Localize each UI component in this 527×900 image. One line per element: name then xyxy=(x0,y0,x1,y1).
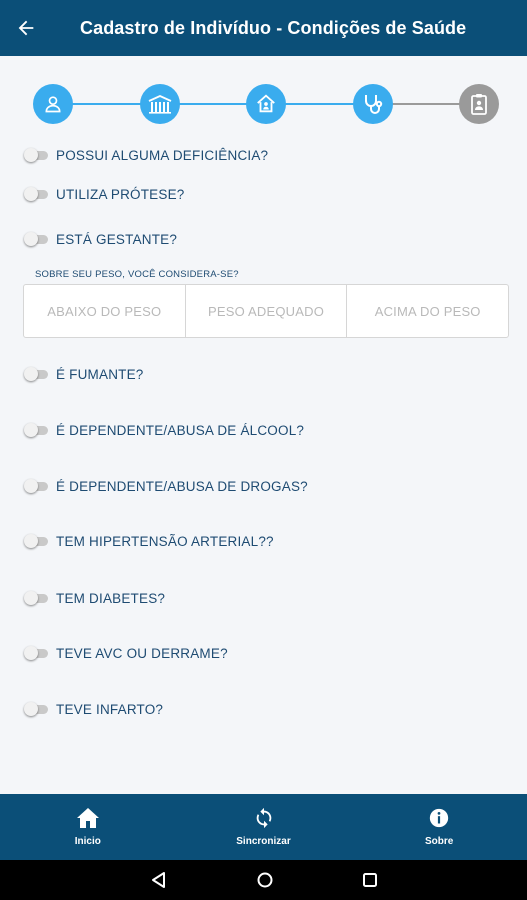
info-icon xyxy=(430,808,449,828)
alcohol-toggle-row[interactable]: É DEPENDENTE/ABUSA DE ÁLCOOL? xyxy=(24,418,304,442)
nav-about-label: Sobre xyxy=(425,836,454,847)
weight-option-below[interactable]: ABAIXO DO PESO xyxy=(24,285,185,337)
person-icon xyxy=(45,96,61,113)
building-icon xyxy=(148,95,172,114)
deficiency-switch[interactable] xyxy=(24,148,48,162)
id-badge-icon xyxy=(471,94,487,115)
smoker-switch[interactable] xyxy=(24,367,48,381)
weight-selector: ABAIXO DO PESO PESO ADEQUADO ACIMA DO PE… xyxy=(23,284,509,338)
hypertension-toggle-row[interactable]: TEM HIPERTENSÃO ARTERIAL?? xyxy=(24,529,274,553)
step-personal[interactable] xyxy=(33,84,73,124)
page-title: Cadastro de Indivíduo - Condições de Saú… xyxy=(80,17,467,38)
step-documents[interactable] xyxy=(459,84,499,124)
pregnant-toggle-row[interactable]: ESTÁ GESTANTE? xyxy=(24,227,177,251)
nav-home[interactable]: Inicio xyxy=(0,794,176,860)
drugs-label: É DEPENDENTE/ABUSA DE DROGAS? xyxy=(56,478,308,494)
stroke-switch[interactable] xyxy=(24,646,48,660)
pregnant-label: ESTÁ GESTANTE? xyxy=(56,231,178,247)
alcohol-switch[interactable] xyxy=(24,423,48,437)
system-navigation-bar xyxy=(0,860,527,900)
infarction-switch[interactable] xyxy=(24,702,48,716)
diabetes-label: TEM DIABETES? xyxy=(56,590,166,606)
smoker-label: É FUMANTE? xyxy=(56,366,144,382)
hypertension-switch[interactable] xyxy=(24,534,48,548)
drugs-switch[interactable] xyxy=(24,479,48,493)
stepper-line-done xyxy=(53,103,373,105)
house-icon xyxy=(257,94,275,113)
alcohol-label: É DEPENDENTE/ABUSA DE ÁLCOOL? xyxy=(56,422,305,438)
app-bar: Cadastro de Indivíduo - Condições de Saú… xyxy=(0,0,527,56)
infarction-label: TEVE INFARTO? xyxy=(56,701,164,717)
bottom-navigation: Inicio Sincronizar Sobre xyxy=(0,794,527,860)
weight-option-adequate[interactable]: PESO ADEQUADO xyxy=(184,285,347,337)
home-circle-icon[interactable] xyxy=(256,871,274,889)
back-button[interactable] xyxy=(0,0,52,56)
drugs-toggle-row[interactable]: É DEPENDENTE/ABUSA DE DROGAS? xyxy=(24,474,308,498)
step-housing[interactable] xyxy=(246,84,286,124)
arrow-left-icon xyxy=(18,20,34,36)
nav-sync[interactable]: Sincronizar xyxy=(176,794,352,860)
stroke-toggle-row[interactable]: TEVE AVC OU DERRAME? xyxy=(24,641,228,665)
step-health[interactable] xyxy=(353,84,393,124)
diabetes-toggle-row[interactable]: TEM DIABETES? xyxy=(24,586,165,610)
diabetes-switch[interactable] xyxy=(24,591,48,605)
prosthesis-label: UTILIZA PRÓTESE? xyxy=(56,186,185,202)
infarction-toggle-row[interactable]: TEVE INFARTO? xyxy=(24,697,163,721)
home-icon xyxy=(76,808,99,828)
step-social[interactable] xyxy=(140,84,180,124)
weight-question-label: SOBRE SEU PESO, VOCÊ CONSIDERA-SE? xyxy=(35,269,239,280)
stroke-label: TEVE AVC OU DERRAME? xyxy=(56,645,228,661)
nav-sync-label: Sincronizar xyxy=(236,836,291,847)
hypertension-label: TEM HIPERTENSÃO ARTERIAL?? xyxy=(56,533,274,549)
stethoscope-icon xyxy=(365,95,383,114)
sync-icon xyxy=(256,807,271,829)
smoker-toggle-row[interactable]: É FUMANTE? xyxy=(24,362,144,386)
recents-square-icon[interactable] xyxy=(362,872,378,888)
prosthesis-toggle-row[interactable]: UTILIZA PRÓTESE? xyxy=(24,182,184,206)
deficiency-label: POSSUI ALGUMA DEFICIÊNCIA? xyxy=(56,147,269,163)
back-triangle-icon[interactable] xyxy=(150,871,168,889)
nav-about[interactable]: Sobre xyxy=(351,794,527,860)
prosthesis-switch[interactable] xyxy=(24,187,48,201)
pregnant-switch[interactable] xyxy=(24,232,48,246)
progress-stepper xyxy=(33,84,499,124)
weight-option-above[interactable]: ACIMA DO PESO xyxy=(346,285,508,337)
nav-home-label: Inicio xyxy=(74,836,101,847)
deficiency-toggle-row[interactable]: POSSUI ALGUMA DEFICIÊNCIA? xyxy=(24,143,268,167)
